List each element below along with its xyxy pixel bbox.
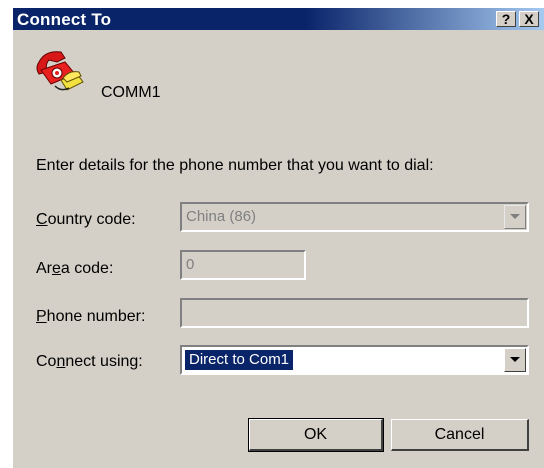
country-code-label: Country code: — [36, 211, 136, 229]
country-code-select[interactable]: China (86) — [180, 202, 529, 232]
chevron-down-icon — [510, 214, 520, 219]
label-part: ountry code: — [47, 211, 136, 228]
country-code-value: China (86) — [186, 208, 257, 225]
help-icon: ? — [501, 11, 511, 27]
close-button[interactable]: X — [519, 11, 539, 27]
phone-number-field[interactable] — [180, 298, 529, 328]
label-mnemonic: e — [52, 260, 61, 277]
area-code-field[interactable]: 0 — [180, 250, 306, 280]
cancel-button[interactable]: Cancel — [391, 419, 529, 451]
ok-button[interactable]: OK — [248, 418, 384, 452]
connection-name: COMM1 — [101, 84, 161, 101]
window-title: Connect To — [17, 10, 112, 29]
country-dropdown-button[interactable] — [504, 205, 526, 229]
area-code-value: 0 — [186, 256, 195, 273]
label-part: nect using: — [65, 353, 143, 370]
close-icon: X — [524, 11, 534, 27]
label-part: hone number: — [46, 308, 146, 325]
area-code-label: Area code: — [36, 260, 113, 278]
chevron-down-icon — [510, 357, 520, 362]
connect-using-value: Direct to Com1 — [183, 349, 295, 371]
title-bar[interactable]: Connect To ? X — [13, 8, 544, 30]
connect-using-select[interactable]: Direct to Com1 — [180, 345, 529, 375]
connect-dropdown-button[interactable] — [504, 348, 526, 372]
label-part: a code: — [60, 260, 114, 277]
instructions-text: Enter details for the phone number that … — [36, 157, 434, 174]
label-part: Co — [36, 353, 57, 370]
label-part: Ar — [36, 260, 52, 277]
phone-number-label: Phone number: — [36, 308, 145, 326]
label-mnemonic: C — [36, 211, 48, 228]
phone-icon — [36, 51, 84, 91]
connect-using-label: Connect using: — [36, 353, 143, 371]
connect-to-dialog: Connect To ? X COMM1 Enter details for t… — [12, 8, 544, 468]
label-mnemonic: P — [36, 308, 47, 325]
help-button[interactable]: ? — [496, 11, 516, 27]
